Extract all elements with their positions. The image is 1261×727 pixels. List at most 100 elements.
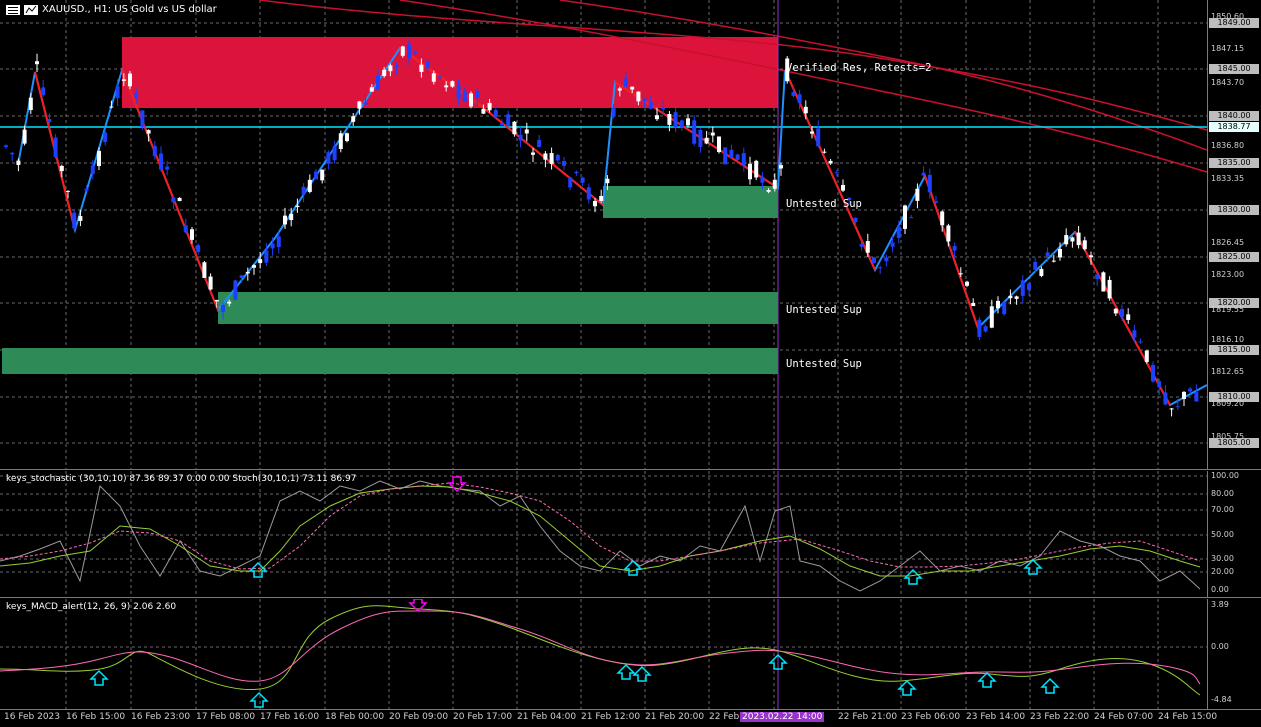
time-tick: 23 Feb 14:00 <box>966 712 1026 722</box>
candle-body <box>233 280 238 300</box>
candle-body <box>469 93 473 107</box>
candle-body <box>710 132 715 136</box>
candle-body <box>276 236 281 248</box>
macd-tick: 0.00 <box>1211 642 1229 651</box>
candle-body <box>524 129 529 134</box>
candle-body <box>1188 388 1193 392</box>
time-tick: 17 Feb 16:00 <box>260 712 320 722</box>
candle-body <box>239 275 244 279</box>
time-tick: 21 Feb 20:00 <box>645 712 705 722</box>
chart-type-icon[interactable] <box>24 4 38 15</box>
price-tick: 1816.10 <box>1211 335 1245 344</box>
time-tick: 22 Feb <box>709 712 740 722</box>
candle-body <box>834 172 839 174</box>
candle-body <box>183 225 188 233</box>
stochastic-svg <box>0 471 1207 597</box>
resistance-zone <box>122 37 778 108</box>
time-tick: 16 Feb 15:00 <box>66 712 126 722</box>
candle-body <box>586 187 591 200</box>
chart-menu-icon[interactable] <box>6 4 20 15</box>
macd-panel[interactable]: keys_MACD_alert(12, 26, 9) 2.06 2.60 <box>0 599 1207 709</box>
candle-body <box>320 169 325 181</box>
stoch-tick: 70.00 <box>1211 505 1234 514</box>
candle-body <box>493 110 498 117</box>
time-tick: 24 Feb 07:00 <box>1094 712 1154 722</box>
candle-body <box>791 92 796 96</box>
candle-body <box>295 205 300 208</box>
candle-body <box>1175 406 1180 408</box>
candle-body <box>1144 350 1149 362</box>
candle-body <box>1194 392 1199 402</box>
panel-separator[interactable] <box>0 469 1261 470</box>
support-zone-3 <box>2 348 778 374</box>
candle-body <box>872 257 876 263</box>
candle-body <box>630 86 635 90</box>
macd-axis[interactable]: 3.89 0.00 -4.84 <box>1207 599 1261 709</box>
candle-body <box>376 75 380 90</box>
time-axis[interactable]: 16 Feb 2023 16 Feb 15:00 16 Feb 23:00 17… <box>0 709 1261 727</box>
candle-body <box>568 177 573 188</box>
candle-body <box>264 250 269 263</box>
candle-body <box>475 90 480 99</box>
candle-body <box>1014 296 1019 299</box>
candle-body <box>146 130 151 134</box>
candle-body <box>47 119 52 123</box>
candle-body <box>1120 308 1124 317</box>
candle-body <box>543 153 548 160</box>
candle-body <box>1138 341 1143 343</box>
candle-body <box>382 69 387 76</box>
panel-separator[interactable] <box>0 597 1261 598</box>
candle-body <box>134 93 139 98</box>
candle-body <box>1058 248 1062 258</box>
candle-body <box>1045 252 1050 257</box>
candle-body <box>779 165 783 169</box>
candle-body <box>332 145 337 161</box>
candle-body <box>1151 364 1155 382</box>
candle-body <box>772 179 777 189</box>
time-tick: 23 Feb 22:00 <box>1030 712 1090 722</box>
candle-body <box>1095 274 1100 280</box>
candle-body <box>983 326 988 332</box>
candle-body <box>679 120 684 128</box>
candle-body <box>245 271 250 274</box>
candle-body <box>965 281 969 286</box>
candle-body <box>1027 283 1031 290</box>
candle-body <box>580 177 585 183</box>
main-chart-panel[interactable]: XAUUSD., H1: US Gold vs US dollar Verifi… <box>0 0 1207 469</box>
candle-body <box>388 65 393 72</box>
candle-body <box>208 276 213 290</box>
candle-body <box>41 87 46 96</box>
candle-body <box>562 161 566 166</box>
candle-body <box>159 153 163 170</box>
symbol-title: XAUUSD., H1: US Gold vs US dollar <box>42 4 217 15</box>
candle-body <box>53 137 58 158</box>
candle-body <box>754 160 759 178</box>
stochastic-axis[interactable]: 100.00 80.00 70.00 50.00 30.00 20.00 0.0… <box>1207 471 1261 597</box>
candle-body <box>270 243 275 249</box>
price-tick-box: 1840.00 <box>1209 111 1259 121</box>
candle-body <box>884 257 889 262</box>
stochastic-panel[interactable]: keys_stochastic (30,10,10) 87.36 89.37 0… <box>0 471 1207 597</box>
candle-body <box>506 114 511 126</box>
candle-body <box>624 78 628 87</box>
candle-body <box>419 64 424 72</box>
time-tick: 24 Feb 15:00 <box>1158 712 1218 722</box>
candle-body <box>59 165 64 172</box>
candle-body <box>934 201 938 203</box>
price-tick: 1847.15 <box>1211 44 1245 53</box>
candle-body <box>549 153 554 164</box>
candle-body <box>109 106 114 108</box>
candle-body <box>741 153 746 166</box>
price-tick-box: 1815.00 <box>1209 345 1259 355</box>
candle-body <box>413 52 418 54</box>
price-axis[interactable]: 1850.60 1849.00 1847.15 1845.00 1843.70 … <box>1207 0 1261 469</box>
candle-body <box>648 102 653 109</box>
candle-body <box>1182 391 1186 400</box>
stoch-tick: 30.00 <box>1211 554 1234 563</box>
stoch-tick: 100.00 <box>1211 471 1239 480</box>
candle-body <box>828 160 833 164</box>
candle-body <box>853 217 858 223</box>
candle-body <box>909 217 914 219</box>
stoch-tick: 80.00 <box>1211 489 1234 498</box>
candle-body <box>1020 280 1025 296</box>
